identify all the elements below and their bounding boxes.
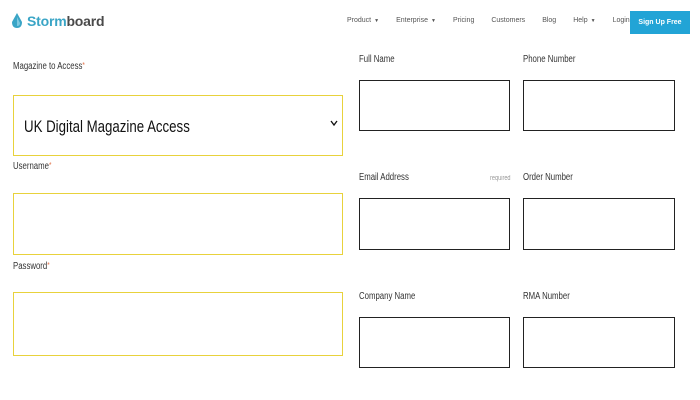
logo-text-storm: Storm: [27, 13, 67, 29]
password-input[interactable]: [13, 292, 343, 356]
magazine-label-text: Magazine to Access: [13, 61, 83, 72]
caret-down-icon: ▼: [430, 17, 436, 24]
full-name-label: Full Name: [359, 54, 395, 65]
required-star: *: [82, 61, 85, 70]
email-label: Email Address: [359, 172, 409, 183]
magazine-select-value: UK Digital Magazine Access: [24, 117, 190, 136]
magazine-select[interactable]: UK Digital Magazine Access: [13, 95, 343, 156]
nav-pricing[interactable]: Pricing: [453, 17, 474, 24]
full-name-label-text: Full Name: [359, 54, 395, 65]
magazine-label: Magazine to Access*: [13, 61, 85, 72]
username-input[interactable]: [13, 193, 343, 255]
password-label: Password*: [13, 261, 50, 272]
order-label: Order Number: [523, 172, 573, 183]
company-input[interactable]: [359, 317, 510, 368]
sign-up-label: Sign Up Free: [638, 19, 682, 26]
username-label: Username*: [13, 161, 51, 172]
nav-pricing-label: Pricing: [452, 17, 475, 24]
nav-help[interactable]: Help ▼: [573, 17, 595, 24]
email-label-text: Email Address: [359, 172, 409, 183]
rma-input[interactable]: [523, 317, 675, 368]
nav-blog-label: Blog: [542, 17, 557, 24]
stormboard-logo[interactable]: Stormboard: [10, 12, 105, 30]
phone-label: Phone Number: [523, 54, 575, 65]
logo-text-board: board: [66, 13, 105, 29]
sign-up-button[interactable]: Sign Up Free: [630, 11, 690, 34]
nav-product[interactable]: Product ▼: [347, 17, 379, 24]
top-navigation-bar: Stormboard Product ▼ Enterprise ▼ Pricing …: [0, 0, 700, 44]
email-input[interactable]: [359, 198, 510, 250]
logo-icon: [12, 13, 22, 28]
nav-enterprise[interactable]: Enterprise ▼: [396, 17, 436, 24]
required-star: *: [47, 261, 50, 270]
phone-input[interactable]: [523, 80, 675, 131]
rma-label: RMA Number: [523, 291, 570, 302]
nav-help-label: Help: [573, 17, 588, 24]
chevron-down-icon: [330, 120, 338, 127]
email-required-hint: required: [490, 175, 511, 182]
caret-down-icon: ▼: [374, 17, 380, 24]
order-input[interactable]: [523, 198, 675, 250]
rma-label-text: RMA Number: [523, 291, 570, 302]
password-label-text: Password: [13, 261, 48, 272]
nav-product-label: Product: [347, 17, 372, 24]
order-label-text: Order Number: [523, 172, 573, 183]
nav-customers[interactable]: Customers: [491, 17, 525, 24]
nav-blog[interactable]: Blog: [542, 17, 556, 24]
company-label: Company Name: [359, 291, 415, 302]
username-label-text: Username: [13, 161, 49, 172]
logo-text: Stormboard: [27, 13, 105, 29]
full-name-input[interactable]: [359, 80, 510, 131]
nav-customers-label: Customers: [491, 17, 526, 24]
main-nav: Product ▼ Enterprise ▼ Pricing Customers B…: [347, 17, 656, 24]
required-star: *: [48, 161, 52, 170]
phone-label-text: Phone Number: [523, 54, 576, 65]
nav-enterprise-label: Enterprise: [396, 17, 428, 24]
caret-down-icon: ▼: [590, 17, 596, 24]
company-label-text: Company Name: [359, 291, 416, 302]
